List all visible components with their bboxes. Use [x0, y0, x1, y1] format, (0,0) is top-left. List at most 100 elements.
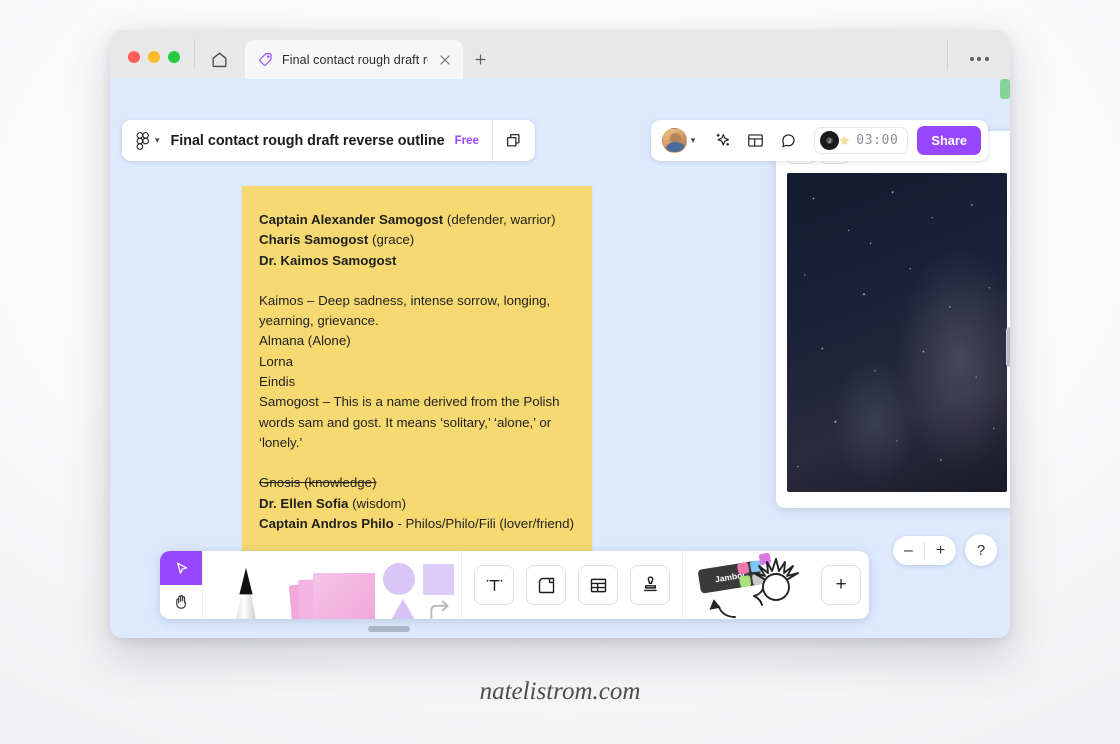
drawing-tools-group — [203, 551, 461, 619]
circle-shape-icon — [383, 563, 415, 595]
sticky-line-2-bold: Charis Samogost — [259, 232, 369, 248]
page-title[interactable]: Final contact rough draft reverse outlin… — [171, 133, 455, 149]
browser-tab-strip: Final contact rough draft reverse — [110, 30, 1010, 79]
sticky-note-tool-button[interactable] — [289, 551, 375, 619]
chevron-down-icon: ▾ — [690, 135, 696, 145]
chevron-down-icon: ▾ — [155, 135, 160, 145]
timer-widget[interactable]: ♪ 03:00 — [814, 127, 909, 154]
sticky-line-1: Captain Alexander Samogost (defender, wa… — [259, 210, 574, 230]
app-menu-button[interactable]: ▾ — [122, 131, 171, 150]
plus-icon — [475, 54, 485, 64]
connector-arrow-icon — [430, 600, 449, 619]
sticky-line-sofia: Dr. Ellen Sofia (wisdom) — [259, 494, 574, 514]
collaboration-toolbar: ▾ ♪ 03:00 Share — [650, 120, 988, 161]
help-button[interactable]: ? — [965, 534, 997, 566]
sticky-para-samogost: Samogost – This is a name derived from t… — [259, 394, 560, 450]
user-menu-button[interactable]: ▾ — [661, 128, 696, 153]
watermark: natelistrom.com — [479, 678, 641, 705]
jambot-widget-button[interactable]: Jambot — [683, 551, 813, 619]
sticky-line-3-bold: Dr. Kaimos Samogost — [259, 252, 397, 268]
home-icon — [211, 51, 227, 67]
sticky-line-1-rest: (defender, warrior) — [443, 212, 556, 227]
timer-value: 03:00 — [856, 133, 899, 148]
zoom-in-button[interactable]: + — [925, 536, 956, 565]
creation-toolbar: Jambot + — [160, 551, 869, 619]
sticky-line-1-bold: Captain Alexander Samogost — [259, 212, 444, 227]
sticky-line-eindis: Eindis — [259, 374, 296, 390]
cursor-arrow-icon — [176, 562, 187, 574]
close-icon[interactable] — [437, 52, 453, 68]
text-tool-icon — [486, 579, 502, 591]
sticky-line-lorna: Lorna — [259, 353, 294, 369]
burst-doodle-icon — [753, 558, 799, 606]
new-tab-button[interactable] — [463, 40, 497, 78]
close-window-button[interactable] — [128, 51, 140, 63]
content-tools-group — [462, 551, 682, 619]
dot — [969, 56, 974, 61]
pen-marker-tool — [236, 567, 256, 619]
comment-button[interactable] — [773, 126, 803, 156]
text-tool-button[interactable] — [474, 565, 514, 605]
sticky-line-sofia-bold: Dr. Ellen Sofia — [259, 495, 349, 511]
widgets-group: Jambot + — [683, 551, 869, 619]
hand-tool-button[interactable] — [160, 585, 202, 619]
milky-way-night-sky-photo[interactable] — [787, 173, 1007, 492]
sticky-line-philo-rest: - Philos/Philo/Fili (lover/friend) — [393, 515, 575, 531]
table-tool-button[interactable] — [578, 565, 618, 605]
maximize-window-button[interactable] — [168, 51, 180, 63]
stamp-tool-button[interactable] — [630, 565, 670, 605]
frame-tool-icon — [538, 577, 554, 593]
document-toolbar: ▾ Final contact rough draft reverse outl… — [122, 120, 535, 161]
sticky-line-philo-bold: Captain Andros Philo — [259, 515, 394, 531]
select-tool-button[interactable] — [160, 551, 202, 585]
sticky-line-3: Dr. Kaimos Samogost — [259, 251, 574, 271]
avatar — [661, 128, 687, 153]
sticky-line-sofia-rest: (wisdom) — [348, 495, 407, 511]
share-button[interactable]: Share — [917, 126, 981, 155]
figjam-logo-icon — [136, 131, 149, 150]
comment-bubble-icon — [781, 134, 795, 148]
dot — [977, 56, 981, 61]
table-tool-icon — [590, 578, 606, 592]
tabstrip-right-controls — [947, 39, 1010, 79]
ai-assist-button[interactable] — [707, 126, 737, 156]
hand-pan-icon — [176, 595, 186, 609]
sticky-note[interactable]: Captain Alexander Samogost (defender, wa… — [242, 186, 592, 591]
image-panel[interactable]: + — [776, 131, 1010, 508]
browser-window: Final contact rough draft reverse Captai… — [110, 30, 1010, 638]
sticky-line-philo: Captain Andros Philo - Philos/Philo/Fili… — [259, 514, 574, 534]
more-tools-button[interactable]: + — [821, 565, 861, 605]
sticky-line-2-rest: (grace) — [368, 232, 415, 248]
minimize-window-button[interactable] — [148, 51, 160, 63]
vertical-scrollbar[interactable] — [1006, 327, 1010, 367]
home-button[interactable] — [195, 40, 243, 78]
zoom-out-button[interactable]: – — [893, 536, 924, 565]
browser-tab[interactable]: Final contact rough draft reverse — [245, 40, 463, 79]
plan-badge: Free — [454, 134, 479, 147]
shapes-tool-button[interactable] — [375, 551, 461, 619]
browser-overflow-menu-button[interactable] — [948, 40, 1010, 78]
figjam-canvas[interactable]: Captain Alexander Samogost (defender, wa… — [110, 79, 1010, 638]
arrow-doodle-icon — [709, 599, 736, 618]
tab-title: Final contact rough draft reverse — [282, 52, 428, 67]
duplicate-icon — [506, 133, 520, 147]
sticky-para-kaimos: Kaimos – Deep sadness, intense sorrow, l… — [259, 292, 551, 329]
sticky-line-2: Charis Samogost (grace) — [259, 230, 574, 250]
horizontal-scrollbar[interactable] — [368, 626, 410, 632]
triangle-shape-icon — [387, 599, 419, 619]
zoom-controls: – + — [893, 536, 956, 565]
shapes-tool — [383, 563, 459, 619]
window-traffic-lights — [110, 51, 194, 79]
cursor-tool-group — [160, 551, 202, 619]
tag-icon — [259, 53, 272, 66]
frame-tool-button[interactable] — [526, 565, 566, 605]
stamp-tool-icon — [643, 575, 657, 591]
sticky-line-gnosis: Gnosis (knowledge) — [259, 475, 377, 491]
duplicate-button[interactable] — [493, 120, 535, 161]
sparkle-icon — [716, 133, 729, 146]
layout-panel-button[interactable] — [740, 126, 770, 156]
green-side-tab[interactable] — [1000, 79, 1010, 99]
pen-tool-button[interactable] — [203, 551, 289, 619]
